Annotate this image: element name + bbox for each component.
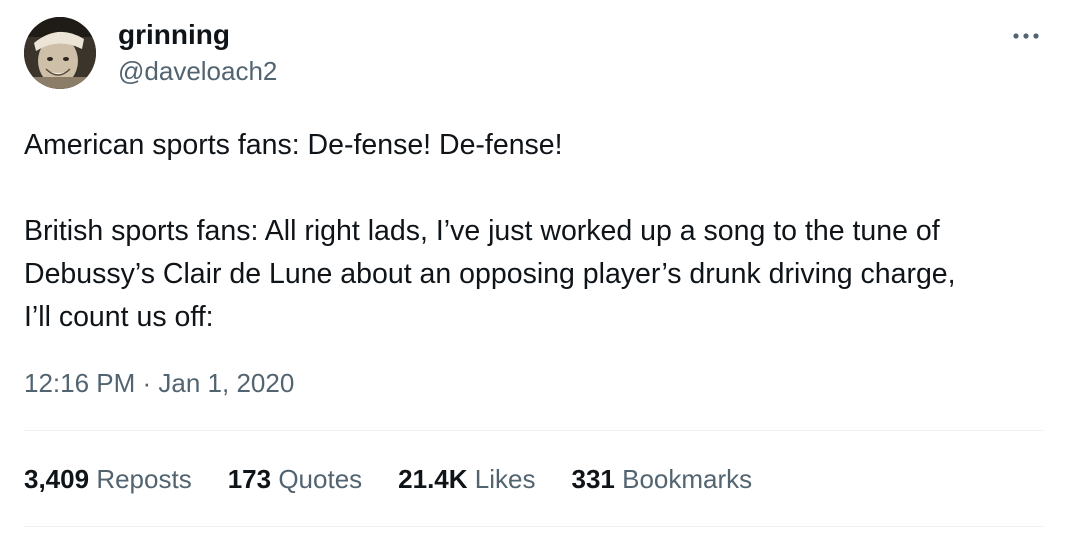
divider <box>24 430 1044 431</box>
display-name[interactable]: grinning <box>118 18 230 52</box>
likes-count: 21.4K <box>398 464 468 494</box>
tweet-text-line: Debussy’s Clair de Lune about an opposin… <box>24 258 956 290</box>
reposts-count: 3,409 <box>24 464 90 494</box>
user-handle[interactable]: @daveloach2 <box>118 54 277 88</box>
divider <box>24 526 1044 527</box>
avatar-photo-icon <box>24 17 96 89</box>
bookmarks-label: Bookmarks <box>622 464 753 494</box>
quotes-label: Quotes <box>278 464 363 494</box>
tweet-card: grinning @daveloach2 American sports fan… <box>0 0 1068 538</box>
more-options-button[interactable] <box>1006 18 1046 54</box>
likes-label: Likes <box>474 464 536 494</box>
quotes-stat-link[interactable]: 173 Quotes <box>228 462 362 496</box>
reposts-stat-link[interactable]: 3,409 Reposts <box>24 462 192 496</box>
tweet-timestamp-link[interactable]: 12:16 PM · Jan 1, 2020 <box>24 366 294 400</box>
tweet-text-line: British sports fans: All right lads, I’v… <box>24 215 940 247</box>
likes-stat-link[interactable]: 21.4K Likes <box>398 462 535 496</box>
reposts-label: Reposts <box>96 464 192 494</box>
avatar[interactable] <box>24 17 96 89</box>
bookmarks-stat-link[interactable]: 331 Bookmarks <box>571 462 752 496</box>
bookmarks-count: 331 <box>571 464 615 494</box>
tweet-text: American sports fans: De-fense! De-fense… <box>24 124 1054 339</box>
quotes-count: 173 <box>227 464 272 494</box>
tweet-text-line: American sports fans: De-fense! De-fense… <box>24 129 563 161</box>
tweet-text-line: I’ll count us off: <box>24 301 214 333</box>
engagement-stats: 3,409 Reposts 173 Quotes 21.4K Likes 331… <box>24 462 788 496</box>
more-horizontal-icon <box>1013 33 1039 39</box>
